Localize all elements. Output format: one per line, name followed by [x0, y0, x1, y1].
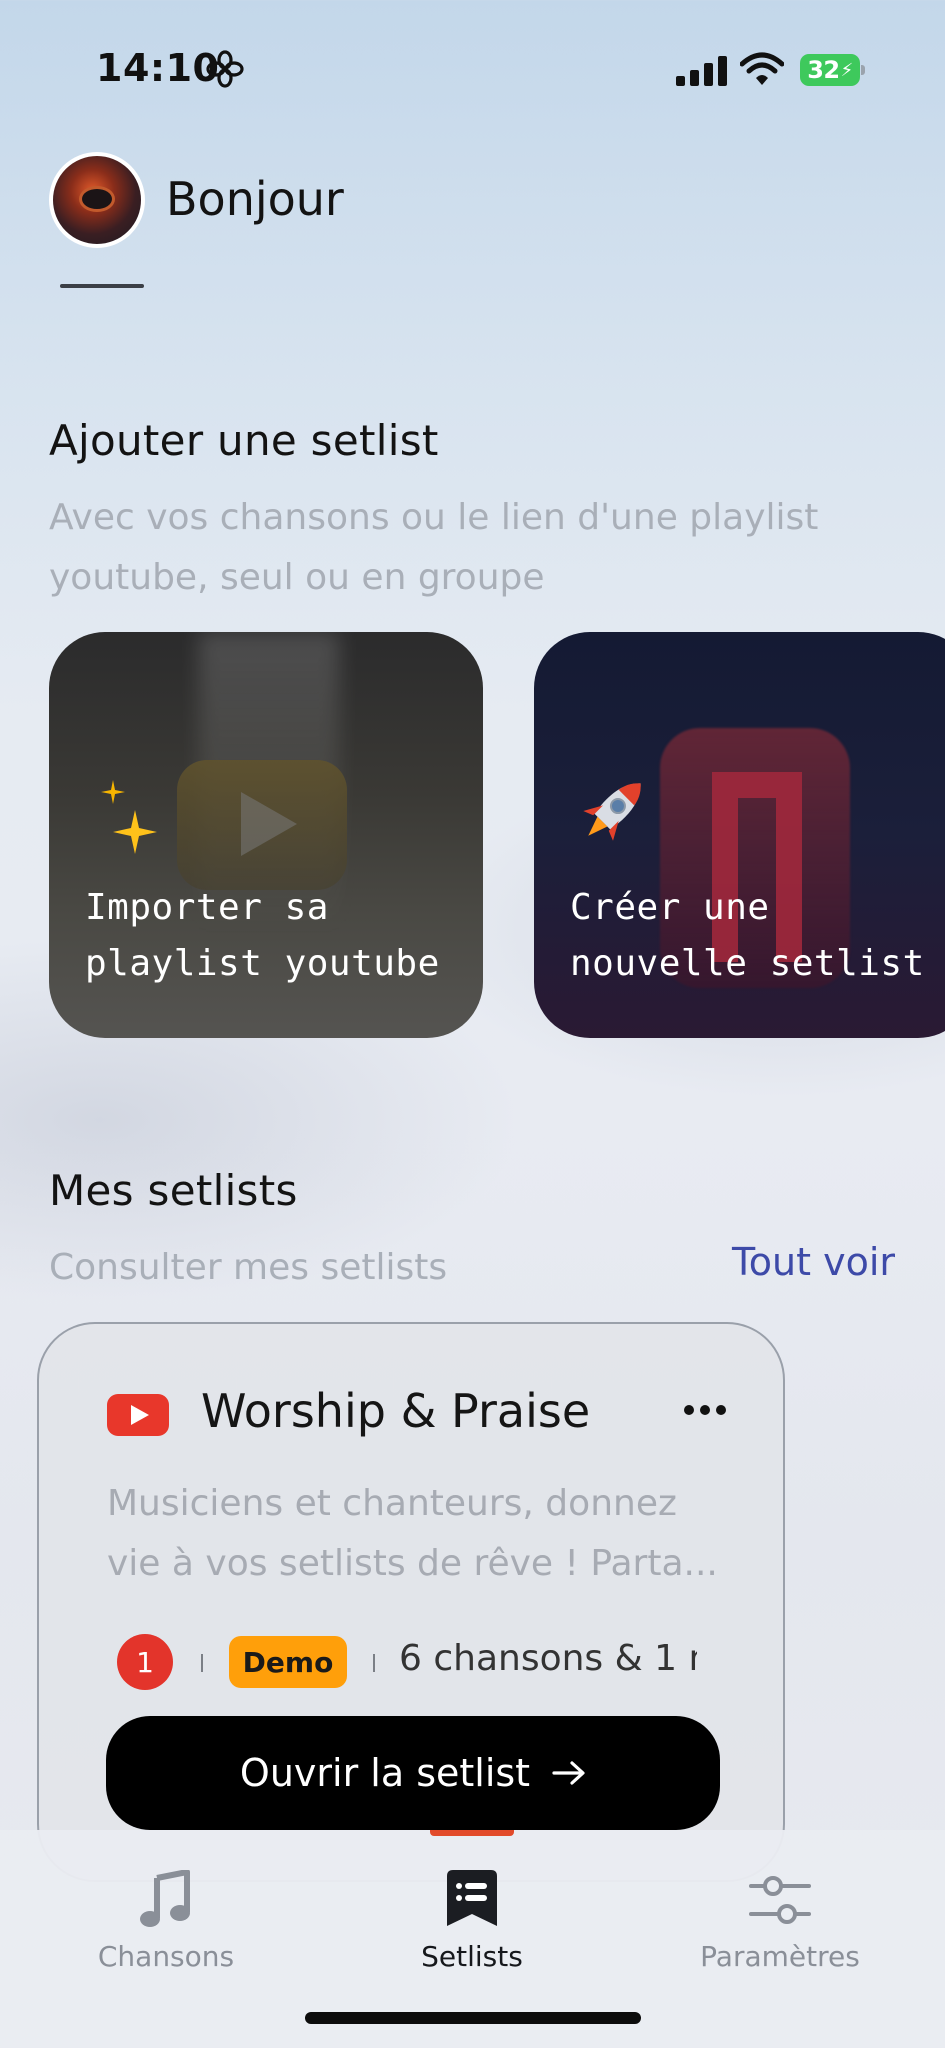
setlist-name: Worship & Praise	[201, 1384, 591, 1438]
signal-icon	[676, 56, 727, 86]
sparkles-icon	[101, 780, 157, 854]
setlist-meta: 1 Demo 6 chansons & 1 m	[117, 1634, 737, 1690]
open-setlist-label: Ouvrir la setlist	[239, 1751, 531, 1795]
songs-count: 6 chansons & 1 m	[399, 1638, 697, 1679]
status-bar: 14:10 32 ⚡	[0, 0, 945, 140]
see-all-link[interactable]: Tout voir	[732, 1240, 895, 1284]
import-youtube-card[interactable]: Importer sa playlist youtube	[49, 632, 483, 1038]
add-setlist-title: Ajouter une setlist	[49, 416, 439, 465]
rocket-icon	[583, 783, 641, 841]
flower-icon	[206, 50, 244, 88]
my-setlists-subtitle: Consulter mes setlists	[49, 1247, 448, 1288]
home-indicator	[305, 2012, 641, 2024]
add-setlist-subtitle: Avec vos chansons ou le lien d'une playl…	[49, 497, 819, 598]
tab-setlists-label: Setlists	[421, 1940, 523, 1973]
arrow-right-icon	[552, 1761, 585, 1785]
status-time: 14:10	[96, 46, 220, 90]
battery-level: 32	[807, 56, 840, 84]
member-count-badge: 1	[117, 1634, 173, 1690]
create-setlist-card[interactable]: Créer une nouvelle setlist	[534, 632, 945, 1038]
tab-settings-label: Paramètres	[700, 1940, 860, 1973]
tab-songs-label: Chansons	[97, 1940, 235, 1973]
tab-setlists[interactable]: Setlists	[372, 1870, 572, 1990]
battery-indicator: 32 ⚡	[800, 54, 866, 86]
wifi-icon	[740, 52, 784, 85]
meta-divider	[201, 1654, 203, 1672]
sliders-icon	[749, 1876, 811, 1924]
youtube-icon	[107, 1394, 169, 1436]
create-setlist-label: Créer une nouvelle setlist	[570, 887, 925, 984]
tab-songs[interactable]: Chansons	[66, 1870, 266, 1990]
music-note-icon	[140, 1870, 190, 1927]
setlist-card[interactable]: Worship & Praise Musiciens et chanteurs,…	[37, 1322, 785, 1882]
open-setlist-button[interactable]: Ouvrir la setlist	[106, 1716, 720, 1830]
setlist-description: Musiciens et chanteurs, donnez vie à vos…	[107, 1483, 718, 1584]
header-divider	[60, 284, 144, 288]
demo-badge: Demo	[229, 1636, 347, 1688]
avatar[interactable]	[49, 152, 145, 248]
list-icon	[447, 1870, 497, 1926]
my-setlists-title: Mes setlists	[49, 1166, 298, 1215]
meta-divider	[373, 1654, 375, 1672]
more-options-icon[interactable]	[683, 1404, 727, 1416]
import-youtube-label: Importer sa playlist youtube	[85, 887, 440, 984]
active-tab-indicator	[430, 1830, 514, 1836]
tab-settings[interactable]: Paramètres	[680, 1870, 880, 1990]
greeting: Bonjour	[166, 172, 344, 226]
